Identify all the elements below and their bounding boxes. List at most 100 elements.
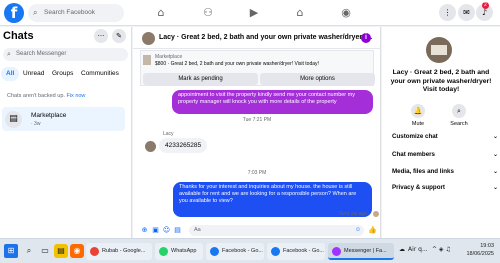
messenger-search-input[interactable]: ⌕ Search Messenger (3, 48, 128, 61)
emoji-icon[interactable]: ☺ (355, 225, 361, 236)
clock-time: 19:03 (480, 243, 494, 249)
filter-communities[interactable]: Communities (76, 67, 124, 81)
facebook-icon (271, 247, 280, 256)
gif-icon[interactable]: ▤ (173, 226, 182, 235)
conversation-info-icon[interactable]: i (361, 33, 371, 43)
media-files-links-row[interactable]: Media, files and links ⌄ (392, 166, 498, 178)
search-conversation-button[interactable]: ⌕ Search (446, 104, 472, 127)
search-icon[interactable]: ⌕ (22, 244, 36, 258)
message-input-placeholder: Aa (194, 227, 201, 233)
mark-as-pending-button[interactable]: Mark as pending (143, 73, 258, 85)
more-options-button[interactable]: More options (260, 73, 375, 85)
menu-grid-icon[interactable]: ⋮ (439, 4, 456, 21)
taskbar-task-label: Facebook - Go... (283, 248, 324, 254)
taskbar-task-label: Messenger | Fa... (344, 248, 387, 254)
start-icon[interactable]: ⊞ (4, 244, 18, 258)
weather-icon[interactable]: ☁ (399, 246, 405, 253)
listing-summary[interactable]: $800 · Great 2 bed, 2 bath and your own … (155, 61, 319, 67)
filter-all[interactable]: All (1, 67, 20, 81)
timestamp: 7:03 PM (247, 170, 267, 176)
sticker-icon[interactable]: ☺ (162, 226, 171, 235)
mute-label: Mute (411, 121, 425, 127)
plus-icon[interactable]: ⊕ (140, 226, 149, 235)
marketplace-icon[interactable]: ⌂ (292, 6, 308, 20)
search-icon: ⌕ (33, 8, 38, 17)
backup-text: Chats aren't backed up. (7, 93, 65, 99)
taskbar-task[interactable]: WhatsApp (155, 243, 203, 260)
message-incoming[interactable]: 4233265285 (159, 138, 208, 153)
message-composer: ⊕ ▣ ☺ ▤ Aa ☺ 👍 (133, 223, 381, 238)
taskbar-task-active[interactable]: Messenger | Fa... (328, 243, 394, 260)
chats-title: Chats (3, 30, 34, 42)
friends-icon[interactable]: ⚇ (200, 6, 216, 20)
chat-members-label: Chat members (392, 151, 435, 158)
search-icon: ⌕ (7, 51, 11, 58)
customize-chat-row[interactable]: Customize chat ⌄ (392, 131, 498, 143)
firefox-icon[interactable]: ◉ (70, 244, 84, 258)
customize-chat-label: Customize chat (392, 133, 438, 140)
contact-avatar[interactable] (142, 32, 155, 45)
message-input[interactable]: Aa ☺ (189, 225, 364, 236)
sent-status: Sent 1w ago (339, 211, 367, 217)
messenger-icon (332, 247, 341, 256)
notification-badge: 2 (482, 2, 489, 9)
marketplace-store-icon: ▤ (5, 111, 22, 128)
privacy-support-row[interactable]: Privacy & support ⌄ (392, 182, 498, 194)
system-clock[interactable]: 19:03 18/06/2025 (464, 242, 494, 258)
whatsapp-icon (159, 247, 168, 256)
system-tray-icons[interactable]: ^ ◈ ♫ (432, 246, 451, 253)
fix-now-link[interactable]: Fix now (66, 93, 85, 99)
chevron-down-icon: ⌄ (492, 133, 498, 140)
facebook-icon (210, 247, 219, 256)
facebook-search-input[interactable]: ⌕ Search Facebook (28, 4, 124, 22)
listing-profile-image[interactable] (426, 37, 452, 63)
facebook-logo-icon[interactable]: f (4, 3, 24, 23)
chat-members-row[interactable]: Chat members ⌄ (392, 149, 498, 161)
media-files-links-label: Media, files and links (392, 168, 454, 175)
conversation-details-panel: Lacy · Great 2 bed, 2 bath and your own … (382, 27, 500, 238)
chevron-down-icon: ⌄ (492, 151, 498, 158)
conversation-header: Lacy · Great 2 bed, 2 bath and your own … (133, 27, 381, 49)
messenger-search-placeholder: Search Messenger (16, 51, 67, 57)
sender-name: Lacy (163, 131, 174, 137)
mute-button[interactable]: 🔔 Mute (405, 104, 431, 127)
clock-date: 18/06/2025 (466, 251, 494, 257)
seen-avatar (373, 211, 379, 217)
image-icon[interactable]: ▣ (151, 226, 160, 235)
filter-groups[interactable]: Groups (47, 67, 78, 81)
more-options-icon[interactable]: ··· (94, 29, 108, 43)
listing-thumbnail[interactable] (143, 55, 151, 65)
groups-icon[interactable]: ◉ (338, 6, 354, 20)
filter-unread[interactable]: Unread (18, 67, 49, 81)
chat-filters: All Unread Groups Communities (0, 67, 132, 81)
conversation-panel: Lacy · Great 2 bed, 2 bath and your own … (133, 27, 381, 238)
message-outgoing[interactable]: appointment to visit the property kindly… (172, 90, 373, 114)
task-view-icon[interactable]: ▭ (38, 244, 52, 258)
taskbar-task[interactable]: Facebook - Go... (206, 243, 264, 260)
backup-notice: Chats aren't backed up. Fix now (7, 93, 85, 99)
conversation-name: Marketplace (31, 112, 67, 119)
facebook-search-placeholder: Search Facebook (44, 9, 95, 16)
top-header: f ⌕ Search Facebook ⌂ ⚇ ▶ ⌂ ◉ ⋮ ✉ ♪ 2 (0, 0, 500, 26)
chrome-icon (90, 247, 99, 256)
chevron-down-icon: ⌄ (492, 168, 498, 175)
home-icon[interactable]: ⌂ (153, 6, 169, 20)
conversation-subtext: · 3w (31, 121, 41, 127)
taskbar-task[interactable]: Facebook - Go... (267, 243, 325, 260)
search-icon: ⌕ (452, 104, 466, 118)
marketplace-label: Marketplace (155, 54, 183, 60)
weather-label[interactable]: Air q... (408, 246, 428, 253)
conversation-title[interactable]: Lacy · Great 2 bed, 2 bath and your own … (159, 34, 372, 41)
video-icon[interactable]: ▶ (246, 6, 262, 20)
house-image (431, 45, 447, 55)
sender-avatar[interactable] (145, 141, 156, 152)
new-message-icon[interactable]: ✎ (112, 29, 126, 43)
file-explorer-icon[interactable]: ▤ (54, 244, 68, 258)
privacy-support-label: Privacy & support (392, 184, 445, 191)
messenger-icon[interactable]: ✉ (458, 4, 475, 21)
taskbar-task-label: Facebook - Go... (222, 248, 263, 254)
taskbar-task-label: Rubab - Google... (102, 248, 146, 254)
taskbar-task[interactable]: Rubab - Google... (86, 243, 152, 260)
conversation-item-marketplace[interactable]: ▤ Marketplace · 3w (2, 107, 125, 131)
like-icon[interactable]: 👍 (368, 226, 377, 235)
